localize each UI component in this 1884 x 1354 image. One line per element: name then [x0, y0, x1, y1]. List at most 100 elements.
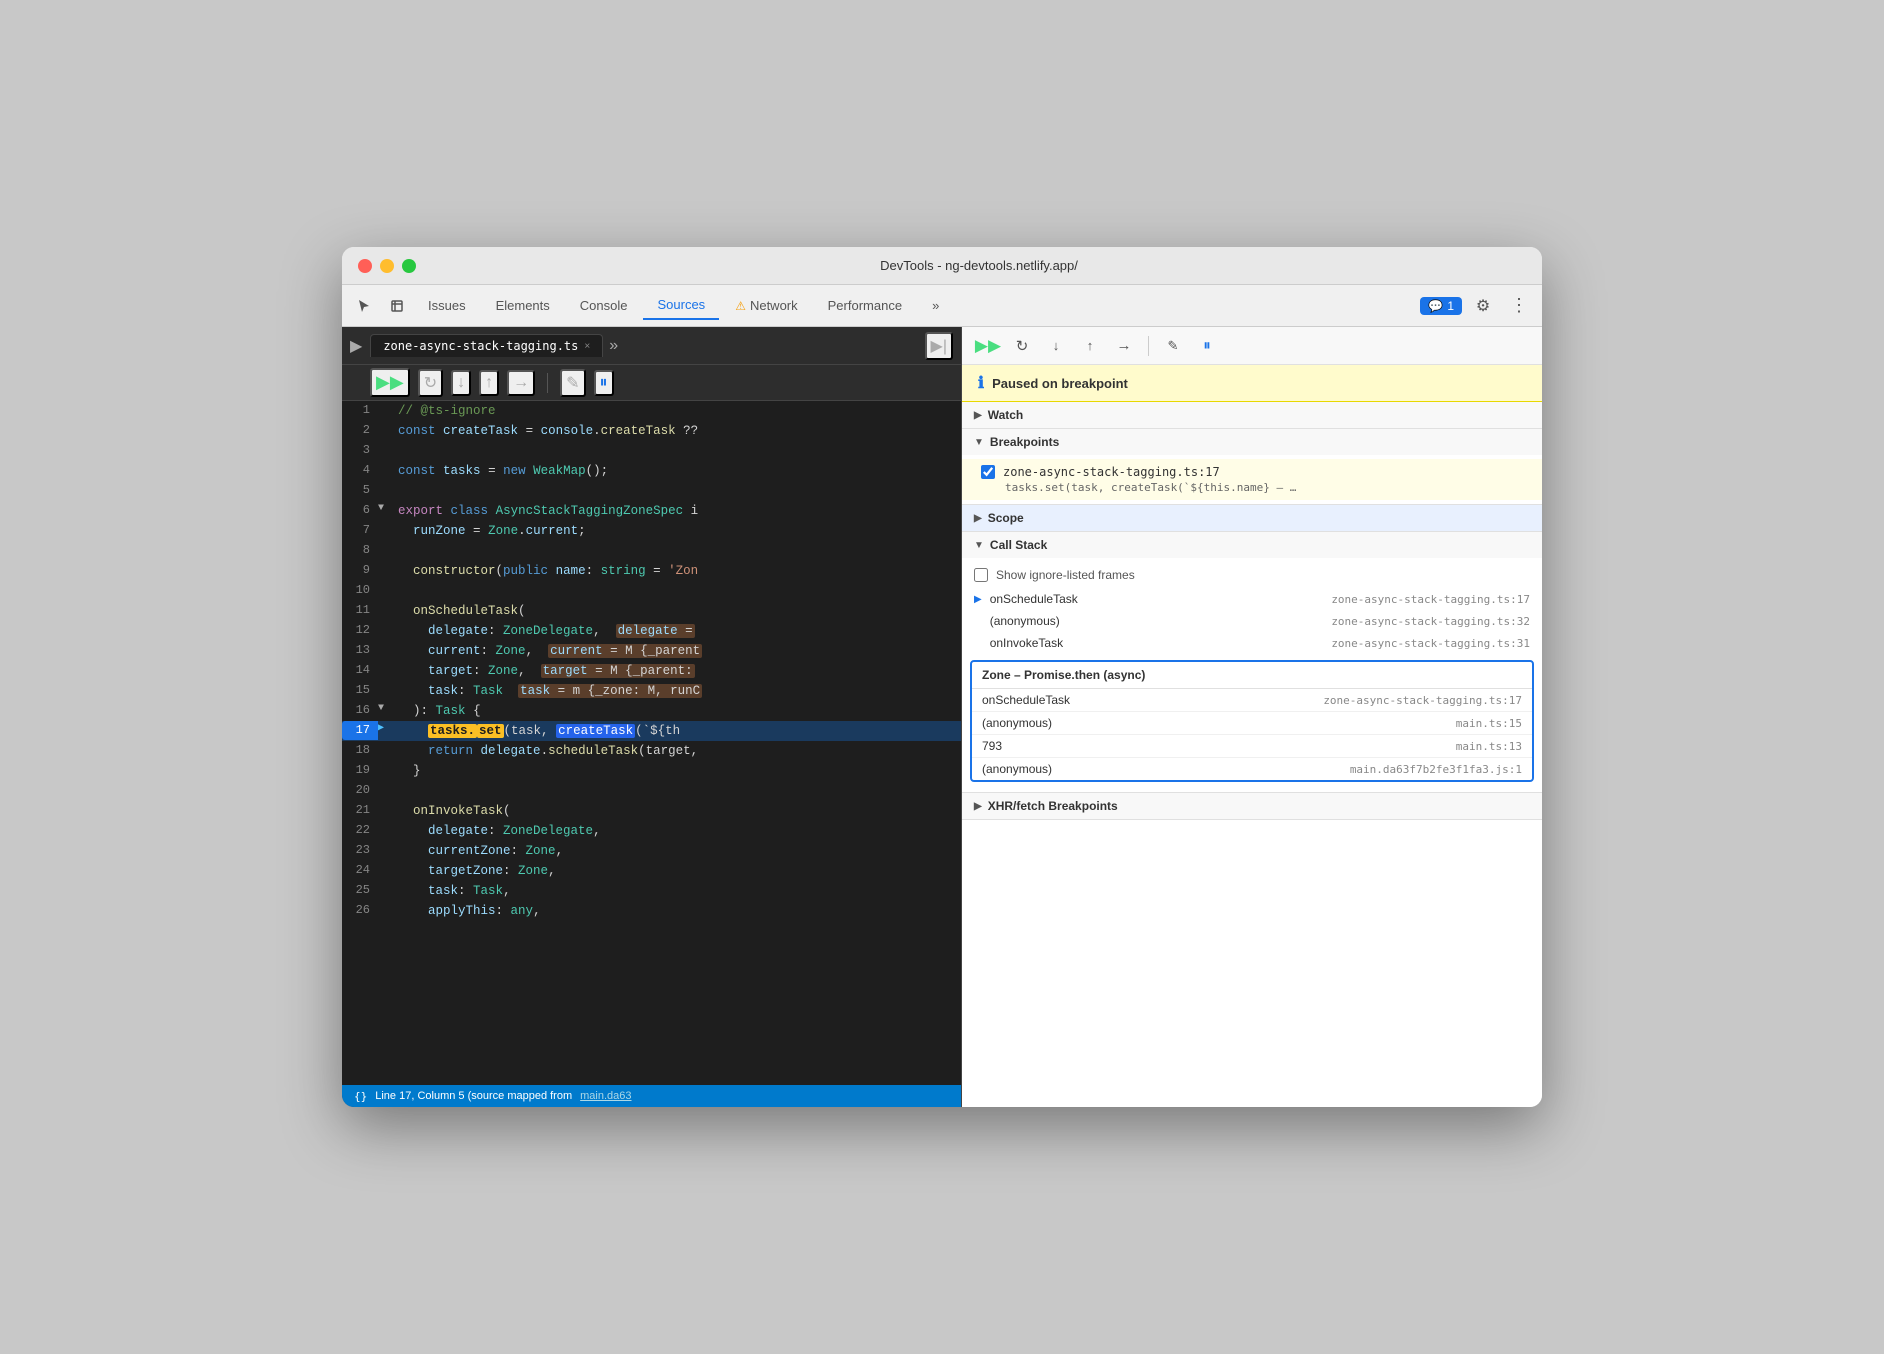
code-line-15: 15 task: Task task = m {_zone: M, runC — [342, 681, 961, 701]
code-line-13: 13 current: Zone, current = M {_parent — [342, 641, 961, 661]
scope-arrow: ▶ — [974, 513, 982, 524]
xhr-section: ▶ XHR/fetch Breakpoints — [962, 793, 1542, 820]
tab-issues[interactable]: Issues — [414, 292, 480, 319]
breakpoints-content: zone-async-stack-tagging.ts:17 tasks.set… — [962, 455, 1542, 504]
watch-header[interactable]: ▶ Watch — [962, 402, 1542, 428]
code-toolbar: ▶▶ ↻ ↓ ↑ → ✎ ⏸ — [342, 365, 961, 401]
chat-badge[interactable]: 💬 1 — [1420, 297, 1462, 315]
step-btn[interactable]: → — [507, 370, 535, 396]
pause-btn[interactable]: ⏸ — [594, 370, 614, 396]
watch-arrow: ▶ — [974, 410, 982, 421]
call-stack-label: Call Stack — [990, 538, 1047, 552]
code-tab-active[interactable]: zone-async-stack-tagging.ts × — [370, 334, 603, 357]
format-btn[interactable]: {} — [354, 1090, 367, 1103]
tab-console[interactable]: Console — [566, 292, 642, 319]
more-options-btn[interactable]: ⋮ — [1504, 291, 1534, 321]
step-into-btn[interactable]: ↓ — [451, 370, 471, 396]
tab-network[interactable]: ⚠ Network — [721, 292, 811, 319]
traffic-lights — [358, 259, 416, 273]
minimize-button[interactable] — [380, 259, 394, 273]
devtools-nav: Issues Elements Console Sources ⚠ Networ… — [342, 285, 1542, 327]
cs-file-1: zone-async-stack-tagging.ts:17 — [1331, 593, 1530, 606]
async-file-1: zone-async-stack-tagging.ts:17 — [1323, 694, 1522, 707]
bp-file: zone-async-stack-tagging.ts:17 — [1003, 465, 1220, 479]
tab-more[interactable]: » — [918, 292, 953, 319]
async-item-4[interactable]: (anonymous) main.da63f7b2fe3f1fa3.js:1 — [972, 758, 1532, 780]
deactivate-breakpoints-btn[interactable]: ✎ — [560, 369, 585, 397]
code-line-3: 3 — [342, 441, 961, 461]
cursor-tool-btn[interactable] — [350, 291, 380, 321]
async-item-3[interactable]: 793 main.ts:13 — [972, 735, 1532, 758]
nav-right: 💬 1 ⚙ ⋮ — [1420, 291, 1534, 321]
tab-elements[interactable]: Elements — [482, 292, 564, 319]
code-line-25: 25 task: Task, — [342, 881, 961, 901]
panel-toggle[interactable]: ▶ — [350, 336, 362, 356]
info-icon: ℹ — [978, 373, 984, 393]
step-out-btn[interactable]: ↑ — [479, 370, 499, 396]
tab-filename: zone-async-stack-tagging.ts — [383, 339, 578, 353]
divider — [547, 373, 548, 393]
step-into-debug-btn[interactable]: ↓ — [1042, 332, 1070, 360]
code-line-7: 7 runZone = Zone.current; — [342, 521, 961, 541]
breakpoints-arrow: ▼ — [974, 437, 984, 448]
close-button[interactable] — [358, 259, 372, 273]
cs-arrow-2: ▶ — [974, 616, 982, 627]
code-editor[interactable]: 1 // @ts-ignore 2 const createTask = con… — [342, 401, 961, 1085]
code-line-26: 26 applyThis: any, — [342, 901, 961, 921]
step-debug-btn[interactable]: → — [1110, 332, 1138, 360]
statusbar-link[interactable]: main.da63 — [580, 1090, 631, 1102]
pause-on-exception-btn[interactable]: ⏸ — [1193, 332, 1221, 360]
breakpoint-item-1: zone-async-stack-tagging.ts:17 tasks.set… — [962, 459, 1542, 500]
code-line-23: 23 currentZone: Zone, — [342, 841, 961, 861]
cs-item-2[interactable]: ▶ (anonymous) zone-async-stack-tagging.t… — [962, 610, 1542, 632]
async-file-3: main.ts:13 — [1456, 740, 1522, 753]
async-item-2[interactable]: (anonymous) main.ts:15 — [972, 712, 1532, 735]
cs-item-1[interactable]: ▶ onScheduleTask zone-async-stack-taggin… — [962, 588, 1542, 610]
deactivate-bp-btn[interactable]: ✎ — [1159, 332, 1187, 360]
scope-section: ▶ Scope — [962, 505, 1542, 532]
scope-header[interactable]: ▶ Scope — [962, 505, 1542, 531]
code-line-6: 6 ▼ export class AsyncStackTaggingZoneSp… — [342, 501, 961, 521]
cs-arrow-3: ▶ — [974, 638, 982, 649]
cs-func-2: (anonymous) — [990, 614, 1332, 628]
step-out-debug-btn[interactable]: ↑ — [1076, 332, 1104, 360]
ignore-checkbox[interactable] — [974, 568, 988, 582]
code-line-22: 22 delegate: ZoneDelegate, — [342, 821, 961, 841]
inspect-element-btn[interactable] — [382, 291, 412, 321]
watch-label: Watch — [988, 408, 1024, 422]
step-over-debug-btn[interactable]: ↻ — [1008, 332, 1036, 360]
xhr-header[interactable]: ▶ XHR/fetch Breakpoints — [962, 793, 1542, 819]
breakpoints-section: ▼ Breakpoints zone-async-stack-tagging.t… — [962, 429, 1542, 505]
resume-btn[interactable]: ▶▶ — [370, 368, 410, 397]
xhr-arrow: ▶ — [974, 801, 982, 812]
code-line-20: 20 — [342, 781, 961, 801]
jump-to-line-btn[interactable]: ▶| — [925, 332, 953, 360]
tab-performance[interactable]: Performance — [814, 292, 916, 319]
async-func-2: (anonymous) — [982, 716, 1456, 730]
settings-btn[interactable]: ⚙ — [1468, 291, 1498, 321]
resume-execution-btn[interactable]: ▶▶ — [974, 332, 1002, 360]
code-line-5: 5 — [342, 481, 961, 501]
bp-header: zone-async-stack-tagging.ts:17 — [981, 465, 1526, 479]
maximize-button[interactable] — [402, 259, 416, 273]
breakpoints-header[interactable]: ▼ Breakpoints — [962, 429, 1542, 455]
async-item-1[interactable]: onScheduleTask zone-async-stack-tagging.… — [972, 689, 1532, 712]
step-over-btn[interactable]: ↻ — [418, 369, 443, 397]
call-stack-header[interactable]: ▼ Call Stack — [962, 532, 1542, 558]
code-line-4: 4 const tasks = new WeakMap(); — [342, 461, 961, 481]
code-tabs: ▶ zone-async-stack-tagging.ts × » ▶| — [342, 327, 961, 365]
xhr-label: XHR/fetch Breakpoints — [988, 799, 1118, 813]
more-tabs-btn[interactable]: » — [609, 337, 618, 355]
paused-message: Paused on breakpoint — [992, 376, 1128, 391]
bp-checkbox[interactable] — [981, 465, 995, 479]
chat-count: 1 — [1447, 299, 1454, 313]
code-line-2: 2 const createTask = console.createTask … — [342, 421, 961, 441]
code-line-21: 21 onInvokeTask( — [342, 801, 961, 821]
call-stack-section: ▼ Call Stack Show ignore-listed frames ▶… — [962, 532, 1542, 793]
paused-banner: ℹ Paused on breakpoint — [962, 365, 1542, 402]
tab-sources[interactable]: Sources — [643, 291, 719, 320]
tab-close[interactable]: × — [584, 341, 590, 352]
cs-file-2: zone-async-stack-tagging.ts:32 — [1331, 615, 1530, 628]
cs-item-3[interactable]: ▶ onInvokeTask zone-async-stack-tagging.… — [962, 632, 1542, 654]
async-func-4: (anonymous) — [982, 762, 1350, 776]
